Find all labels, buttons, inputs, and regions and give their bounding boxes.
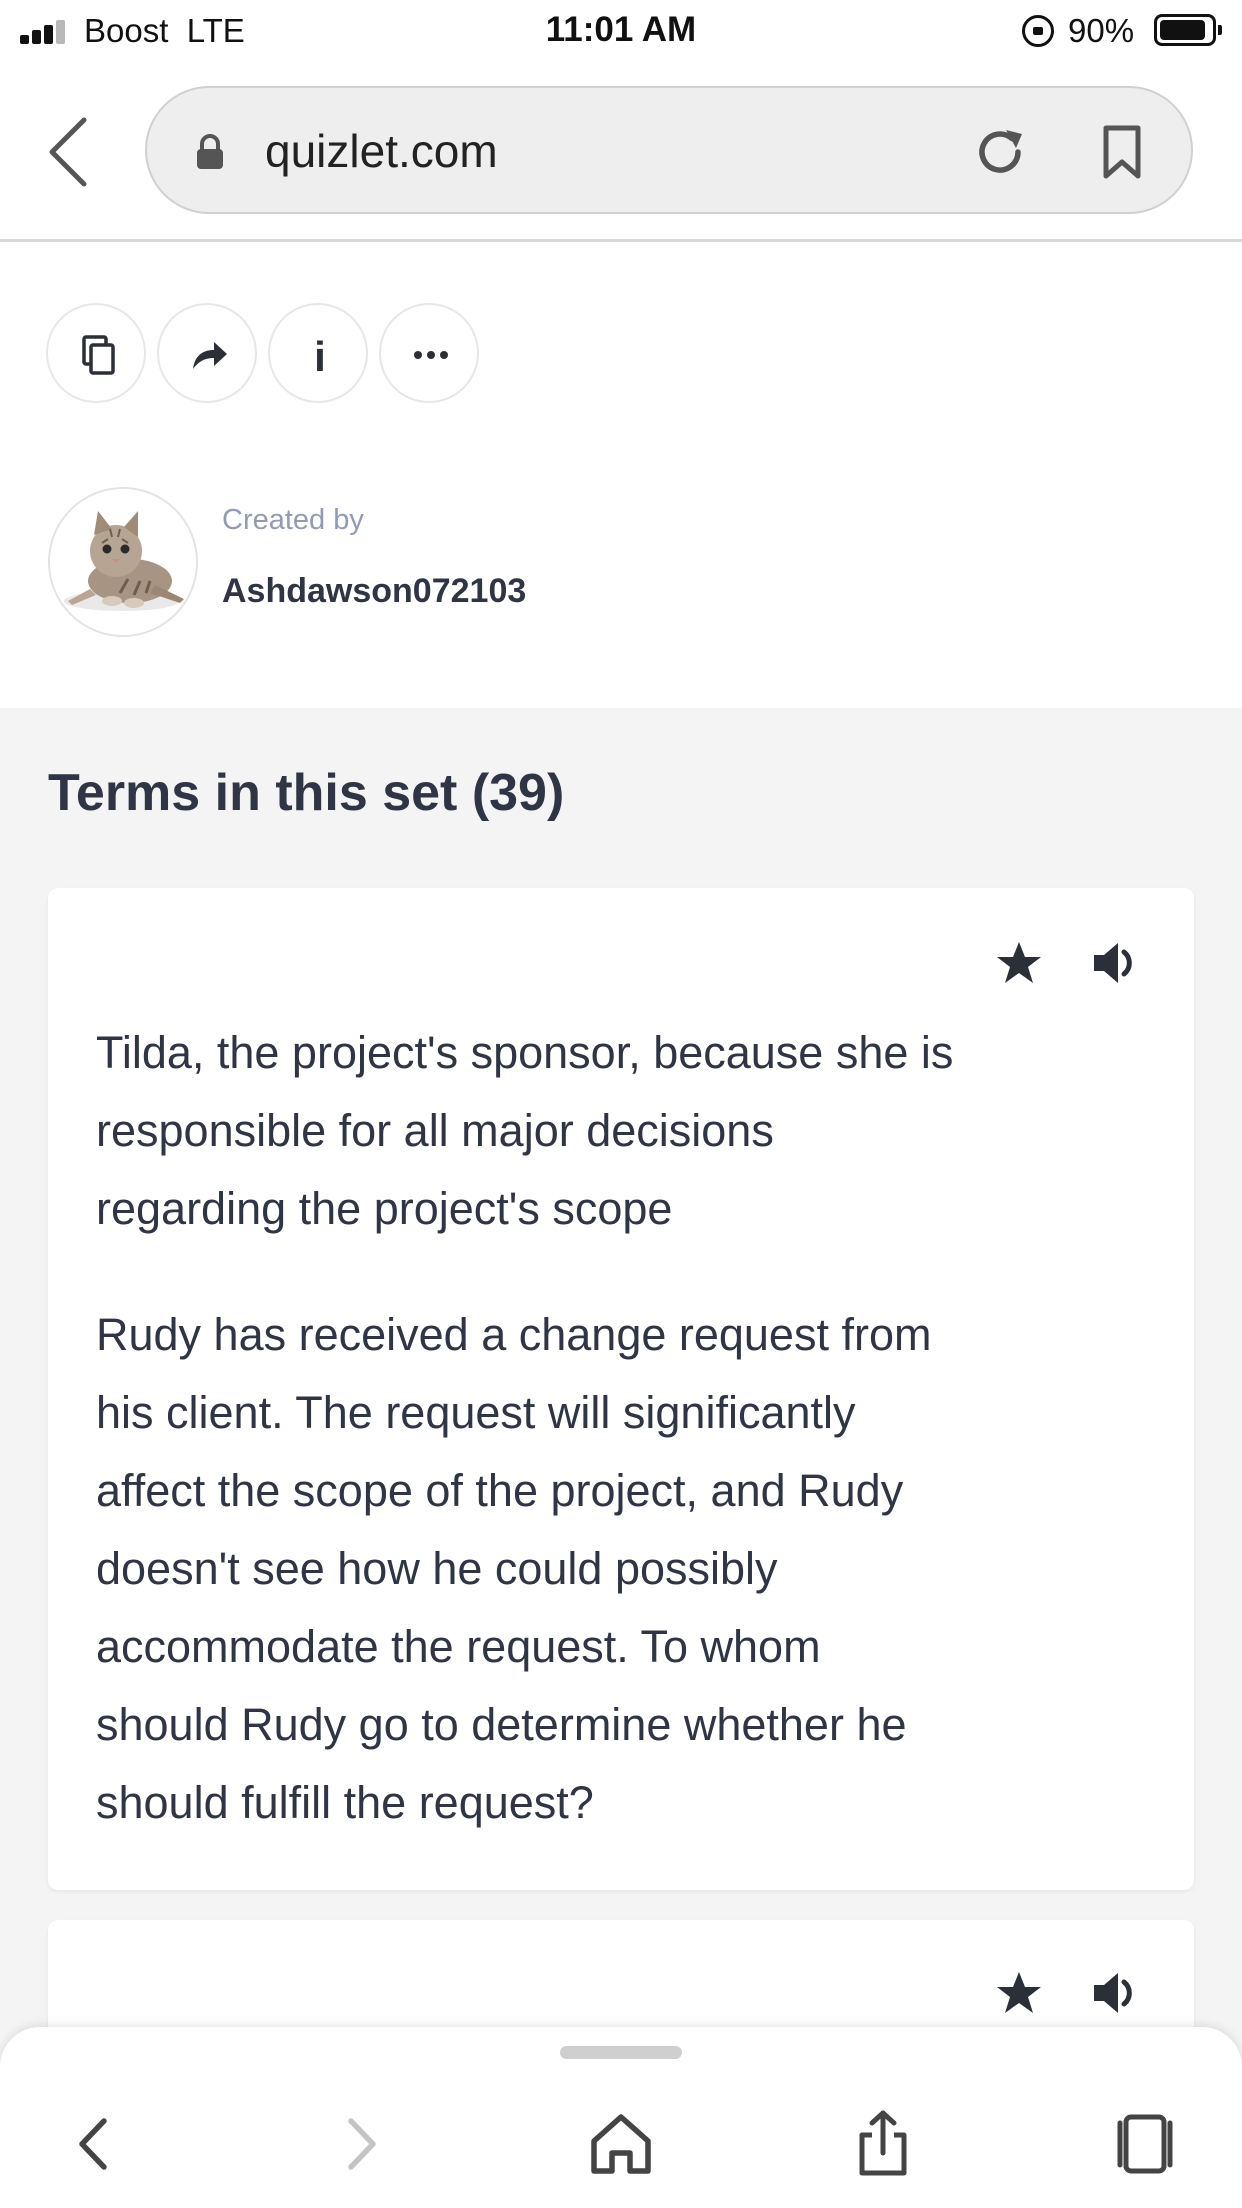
battery-icon <box>1154 14 1222 46</box>
share-button[interactable] <box>157 303 257 403</box>
copy-button[interactable] <box>46 303 146 403</box>
more-icon <box>414 351 448 359</box>
more-button[interactable] <box>379 303 479 403</box>
back-icon[interactable] <box>40 112 100 192</box>
definition-line: regarding the project's scope <box>96 1183 673 1234</box>
info-icon: i <box>314 333 326 377</box>
orientation-lock-icon <box>1022 15 1054 47</box>
address-bar[interactable]: quizlet.com <box>145 86 1193 214</box>
term-question: Rudy has received a change request from … <box>96 1296 1116 1842</box>
term-line: Rudy has received a change request from <box>96 1309 932 1360</box>
star-icon[interactable] <box>996 1970 1042 2016</box>
tabs-icon[interactable] <box>1110 2109 1180 2179</box>
share-icon[interactable] <box>848 2109 918 2179</box>
reload-icon[interactable] <box>972 124 1028 180</box>
battery-percent: 90% <box>1068 12 1135 49</box>
back-arrow-icon[interactable] <box>60 2109 130 2179</box>
url-text[interactable]: quizlet.com <box>265 124 498 178</box>
browser-toolbar <box>0 2027 1242 2208</box>
term-line: should Rudy go to determine whether he <box>96 1699 907 1750</box>
avatar[interactable] <box>48 487 198 637</box>
forward-arrow-icon[interactable] <box>325 2109 395 2179</box>
terms-heading: Terms in this set (39) <box>48 764 565 822</box>
definition-line: responsible for all major decisions <box>96 1105 774 1156</box>
status-bar: Boost LTE 11:01 AM 90% <box>0 0 1242 62</box>
term-definition: Tilda, the project's sponsor, because sh… <box>96 1014 1116 1248</box>
kitten-avatar-image <box>50 489 196 635</box>
share-icon <box>193 342 227 369</box>
term-line: affect the scope of the project, and Rud… <box>96 1465 904 1516</box>
drag-handle[interactable] <box>560 2046 682 2059</box>
battery-fill <box>1160 20 1205 40</box>
term-line: doesn't see how he could possibly <box>96 1543 778 1594</box>
creator-username[interactable]: Ashdawson072103 <box>222 572 526 611</box>
copy-icon <box>82 335 115 375</box>
term-line: his client. The request will significant… <box>96 1387 856 1438</box>
lock-icon <box>195 134 225 170</box>
star-icon[interactable] <box>996 940 1042 986</box>
created-by-label: Created by <box>222 504 364 536</box>
browser-address-row: quizlet.com <box>0 62 1242 242</box>
speaker-icon[interactable] <box>1092 1970 1140 2016</box>
definition-line: Tilda, the project's sponsor, because sh… <box>96 1027 954 1078</box>
term-card: Tilda, the project's sponsor, because sh… <box>48 888 1194 1890</box>
clock: 11:01 AM <box>545 10 697 49</box>
svg-text:i: i <box>314 333 326 377</box>
term-line: accommodate the request. To whom <box>96 1621 821 1672</box>
info-button[interactable]: i <box>268 303 368 403</box>
home-icon[interactable] <box>586 2109 656 2179</box>
term-line: should fulfill the request? <box>96 1777 594 1828</box>
speaker-icon[interactable] <box>1092 940 1140 986</box>
bookmark-icon[interactable] <box>1097 124 1147 180</box>
